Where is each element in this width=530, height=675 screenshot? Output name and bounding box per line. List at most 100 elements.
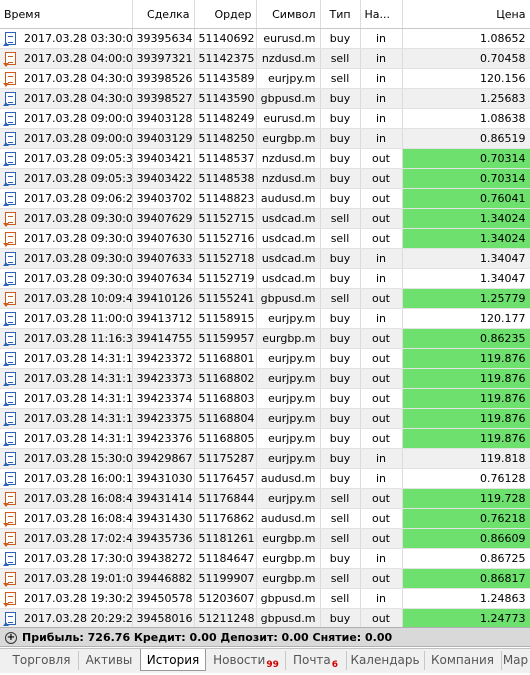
tab-3[interactable]: Новости99 bbox=[207, 651, 286, 670]
cell-symbol: audusd.m bbox=[256, 468, 321, 489]
buy-deal-icon bbox=[3, 412, 16, 426]
table-row[interactable]: 2017.03.28 15:30:02 39429867 51175287 eurjp… bbox=[0, 448, 530, 469]
cell-deal: 39446882 bbox=[132, 568, 195, 589]
col-header-type[interactable]: Тип bbox=[320, 0, 361, 29]
tab-5[interactable]: Календарь bbox=[346, 651, 425, 670]
table-row[interactable]: 2017.03.28 09:05:39 39403421 51148537 nzdus… bbox=[0, 148, 530, 169]
cell-deal: 39423376 bbox=[132, 428, 195, 449]
time-text: 2017.03.28 14:31:12 bbox=[24, 372, 132, 385]
cell-symbol: eurusd.m bbox=[256, 28, 321, 49]
table-row[interactable]: 2017.03.28 19:30:27 39450578 51203607 gbpus… bbox=[0, 588, 530, 609]
cell-order: 51148250 bbox=[194, 128, 257, 149]
table-row[interactable]: 2017.03.28 10:09:43 39410126 51155241 gbpus… bbox=[0, 288, 530, 309]
cell-symbol: eurgbp.m bbox=[256, 128, 321, 149]
cell-direction: out bbox=[360, 288, 403, 309]
cell-time: 2017.03.28 14:31:12 bbox=[0, 368, 133, 389]
col-header-time[interactable]: Время bbox=[0, 0, 133, 29]
table-row[interactable]: 2017.03.28 19:01:03 39446882 51199907 eurgb… bbox=[0, 568, 530, 589]
cell-time: 2017.03.28 11:16:32 bbox=[0, 328, 133, 349]
table-row[interactable]: 2017.03.28 16:08:44 39431414 51176844 eurjp… bbox=[0, 488, 530, 509]
tab-0[interactable]: Торговля bbox=[5, 651, 79, 670]
table-row[interactable]: 2017.03.28 11:00:03 39413712 51158915 eurjp… bbox=[0, 308, 530, 329]
col-header-order[interactable]: Ордер bbox=[194, 0, 257, 29]
table-row[interactable]: 2017.03.28 20:29:28 39458016 51211248 gbpus… bbox=[0, 608, 530, 629]
cell-direction: in bbox=[360, 28, 403, 49]
buy-deal-icon bbox=[3, 372, 16, 386]
table-row[interactable]: 2017.03.28 16:08:48 39431430 51176862 audus… bbox=[0, 508, 530, 529]
table-row[interactable]: 2017.03.28 17:02:45 39435736 51181261 eurgb… bbox=[0, 528, 530, 549]
tab-4[interactable]: Почта6 bbox=[285, 651, 347, 670]
cell-direction: out bbox=[360, 408, 403, 429]
cell-order: 51168801 bbox=[194, 348, 257, 369]
sell-deal-icon bbox=[3, 232, 16, 247]
cell-deal: 39431030 bbox=[132, 468, 195, 489]
cell-type: buy bbox=[320, 248, 361, 269]
cell-price: 1.24863 bbox=[402, 588, 530, 609]
cell-time: 2017.03.28 09:30:02 bbox=[0, 268, 133, 289]
cell-symbol: eurjpy.m bbox=[256, 368, 321, 389]
table-row[interactable]: 2017.03.28 09:30:02 39407630 51152716 usdca… bbox=[0, 228, 530, 249]
cell-time: 2017.03.28 04:30:01 bbox=[0, 68, 133, 89]
cell-deal: 39407634 bbox=[132, 268, 195, 289]
buy-deal-icon bbox=[3, 152, 16, 166]
col-header-price[interactable]: Цена bbox=[402, 0, 530, 29]
cell-direction: out bbox=[360, 568, 403, 589]
cell-order: 51142375 bbox=[194, 48, 257, 69]
table-row[interactable]: 2017.03.28 16:00:19 39431030 51176457 audus… bbox=[0, 468, 530, 489]
cell-price: 119.876 bbox=[402, 388, 530, 409]
cell-order: 51176844 bbox=[194, 488, 257, 509]
tab-label: Торговля bbox=[12, 653, 71, 667]
cell-symbol: usdcad.m bbox=[256, 228, 321, 249]
table-row[interactable]: 2017.03.28 14:31:12 39423372 51168801 eurjp… bbox=[0, 348, 530, 369]
cell-type: buy bbox=[320, 448, 361, 469]
table-row[interactable]: 2017.03.28 09:30:02 39407633 51152718 usdca… bbox=[0, 248, 530, 269]
tab-label: Активы bbox=[85, 653, 133, 667]
table-row[interactable]: 2017.03.28 14:31:12 39423374 51168803 eurjp… bbox=[0, 388, 530, 409]
time-text: 2017.03.28 09:30:02 bbox=[24, 272, 132, 285]
cell-deal: 39423373 bbox=[132, 368, 195, 389]
table-row[interactable]: 2017.03.28 03:30:05 39395634 51140692 eurus… bbox=[0, 28, 530, 49]
table-row[interactable]: 2017.03.28 09:00:06 39403129 51148250 eurgb… bbox=[0, 128, 530, 149]
expand-icon[interactable]: + bbox=[5, 632, 17, 644]
table-row[interactable]: 2017.03.28 04:30:01 39398526 51143589 eurjp… bbox=[0, 68, 530, 89]
table-row[interactable]: 2017.03.28 09:06:23 39403702 51148823 audus… bbox=[0, 188, 530, 209]
table-row[interactable]: 2017.03.28 04:00:09 39397321 51142375 nzdus… bbox=[0, 48, 530, 69]
table-row[interactable]: 2017.03.28 09:30:02 39407634 51152719 usdca… bbox=[0, 268, 530, 289]
tab-badge: 6 bbox=[331, 660, 339, 671]
tab-1[interactable]: Активы bbox=[78, 651, 141, 670]
table-row[interactable]: 2017.03.28 14:31:12 39423373 51168802 eurjp… bbox=[0, 368, 530, 389]
cell-type: sell bbox=[320, 68, 361, 89]
buy-deal-icon bbox=[3, 32, 16, 46]
col-header-deal[interactable]: Сделка bbox=[132, 0, 195, 29]
cell-direction: out bbox=[360, 508, 403, 529]
time-text: 2017.03.28 16:08:44 bbox=[24, 492, 132, 505]
cell-order: 51176862 bbox=[194, 508, 257, 529]
table-row[interactable]: 2017.03.28 09:00:06 39403128 51148249 eurus… bbox=[0, 108, 530, 129]
cell-deal: 39450578 bbox=[132, 588, 195, 609]
tab-7[interactable]: Мар bbox=[501, 651, 530, 670]
cell-direction: out bbox=[360, 608, 403, 629]
table-row[interactable]: 2017.03.28 04:30:03 39398527 51143590 gbpus… bbox=[0, 88, 530, 109]
table-row[interactable]: 2017.03.28 09:05:39 39403422 51148538 nzdus… bbox=[0, 168, 530, 189]
sell-deal-icon bbox=[3, 532, 16, 547]
col-header-direction[interactable]: На... bbox=[360, 0, 403, 29]
tab-2[interactable]: История bbox=[140, 649, 206, 671]
table-row[interactable]: 2017.03.28 11:16:32 39414755 51159957 eurgb… bbox=[0, 328, 530, 349]
cell-type: sell bbox=[320, 588, 361, 609]
table-row[interactable]: 2017.03.28 14:31:12 39423376 51168805 eurjp… bbox=[0, 428, 530, 449]
col-header-symbol[interactable]: Символ bbox=[256, 0, 321, 29]
sell-deal-icon bbox=[3, 492, 16, 507]
cell-time: 2017.03.28 16:08:48 bbox=[0, 508, 133, 529]
cell-order: 51152718 bbox=[194, 248, 257, 269]
table-row[interactable]: 2017.03.28 09:30:02 39407629 51152715 usdca… bbox=[0, 208, 530, 229]
tab-6[interactable]: Компания bbox=[424, 651, 502, 670]
cell-symbol: eurjpy.m bbox=[256, 308, 321, 329]
cell-price: 119.876 bbox=[402, 348, 530, 369]
buy-deal-icon bbox=[3, 432, 16, 446]
cell-time: 2017.03.28 20:29:28 bbox=[0, 608, 133, 629]
table-row[interactable]: 2017.03.28 14:31:12 39423375 51168804 eurjp… bbox=[0, 408, 530, 429]
table-row[interactable]: 2017.03.28 17:30:08 39438272 51184647 eurgb… bbox=[0, 548, 530, 569]
cell-deal: 39403702 bbox=[132, 188, 195, 209]
cell-deal: 39435736 bbox=[132, 528, 195, 549]
cell-deal: 39407630 bbox=[132, 228, 195, 249]
